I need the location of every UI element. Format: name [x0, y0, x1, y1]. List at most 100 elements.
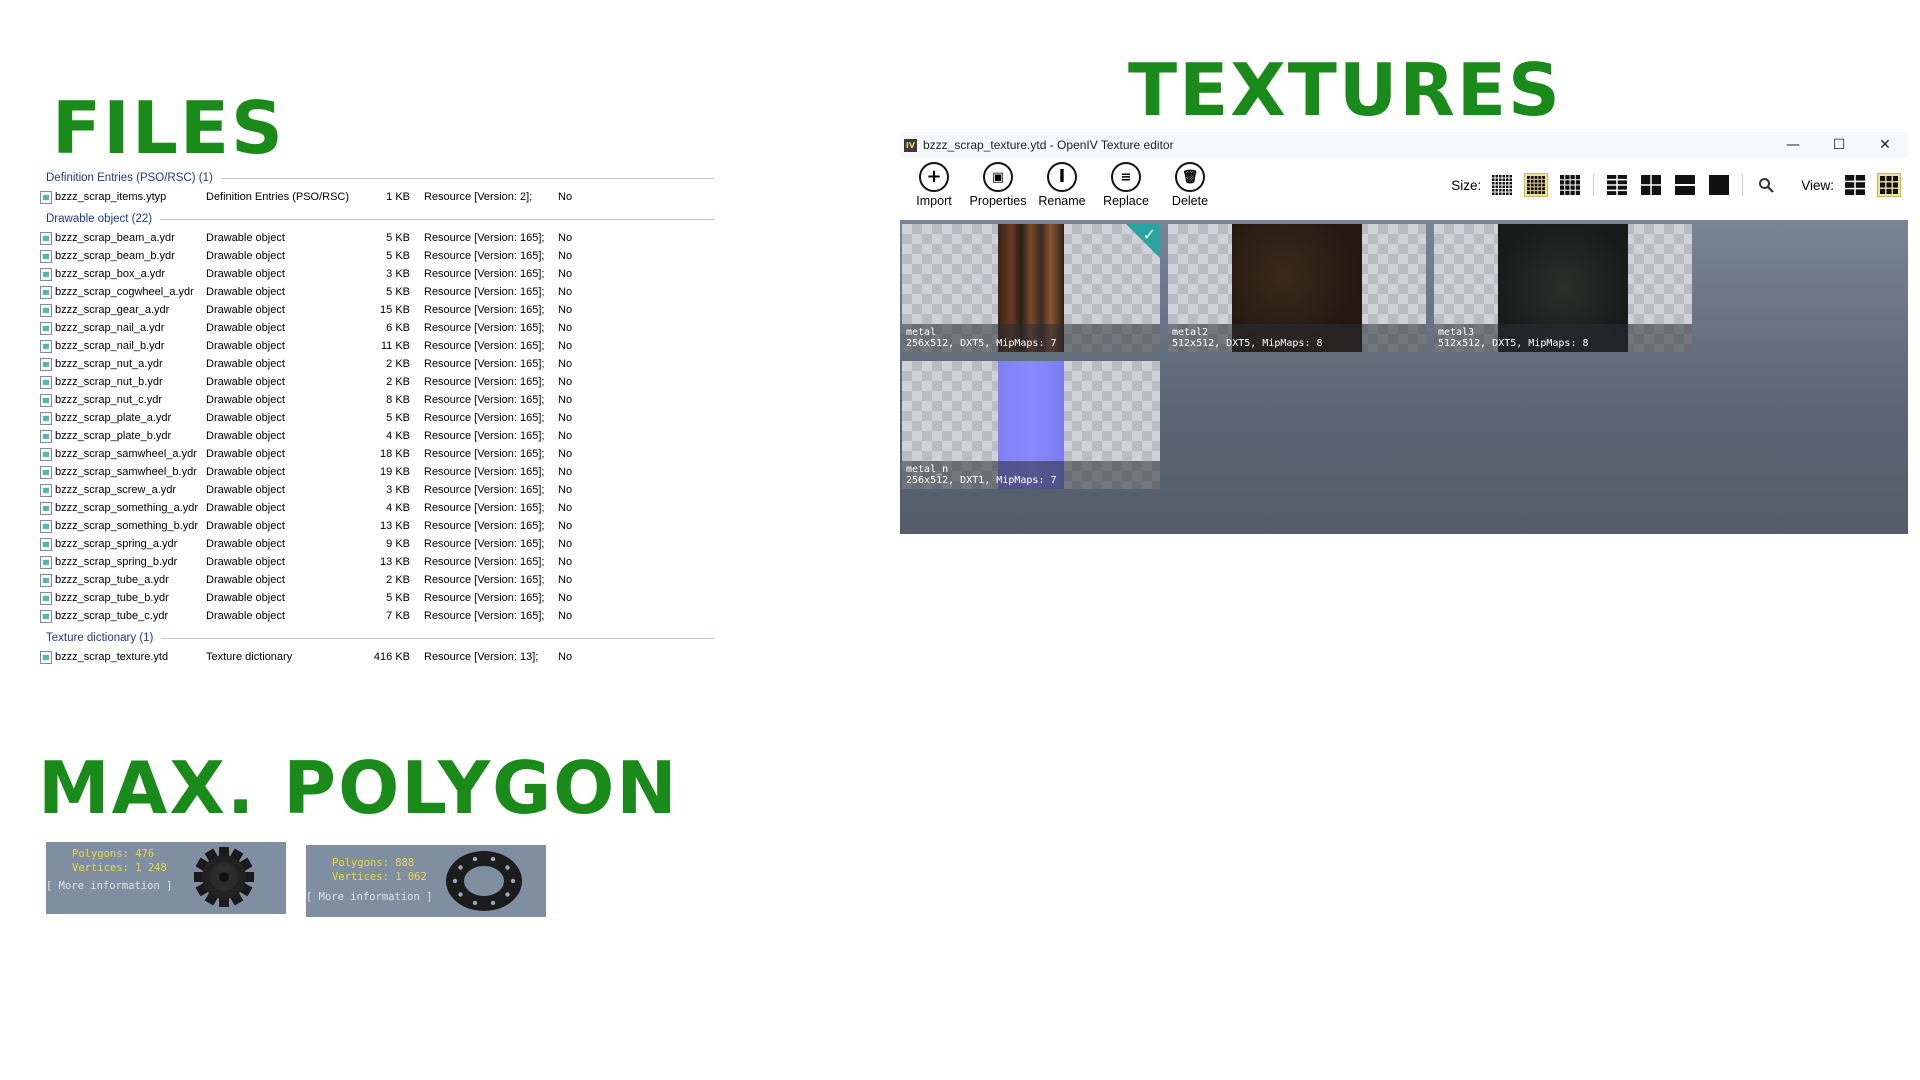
more-information-link[interactable]: [ More information ] — [46, 880, 172, 892]
group-header[interactable]: Drawable object (22) — [38, 209, 714, 229]
maximize-button[interactable]: ☐ — [1816, 137, 1862, 153]
file-size: 2 KB — [386, 358, 410, 370]
size-tiny-icon[interactable] — [1490, 173, 1514, 197]
file-name: bzzz_scrap_spring_a.ydr — [55, 538, 178, 550]
file-row[interactable]: bzzz_scrap_nut_a.ydr Drawable object 2 KB R… — [38, 355, 714, 373]
file-resource: Resource [Version: 165]; — [424, 556, 545, 568]
import-button[interactable]: + Import — [902, 162, 966, 208]
file-icon — [40, 555, 52, 569]
rename-button[interactable]: I Rename — [1030, 162, 1094, 208]
file-resource: Resource [Version: 165]; — [424, 250, 545, 262]
delete-button[interactable]: 🗑 Delete — [1158, 162, 1222, 208]
file-icon — [40, 519, 52, 533]
more-information-link[interactable]: [ More information ] — [306, 891, 432, 903]
size-medium-icon[interactable] — [1558, 173, 1582, 197]
file-type: Drawable object — [206, 412, 285, 424]
vertex-count: Vertices: 1 062 — [332, 871, 427, 883]
file-size: 2 KB — [386, 574, 410, 586]
file-row[interactable]: bzzz_scrap_box_a.ydr Drawable object 3 KB R… — [38, 265, 714, 283]
file-row[interactable]: bzzz_scrap_tube_a.ydr Drawable object 2 KB… — [38, 571, 714, 589]
file-size: 5 KB — [386, 592, 410, 604]
file-size: 5 KB — [386, 232, 410, 244]
file-name: bzzz_scrap_samwheel_b.ydr — [55, 466, 197, 478]
file-encrypted: No — [558, 466, 573, 478]
file-icon — [40, 393, 52, 407]
file-icon — [40, 650, 52, 664]
file-row[interactable]: bzzz_scrap_something_a.ydr Drawable objec… — [38, 499, 714, 517]
file-icon — [40, 190, 52, 204]
file-type: Definition Entries (PSO/RSC) — [206, 191, 350, 203]
texture-tile[interactable]: metal_n 256x512, DXT1, MipMaps: 7 — [902, 361, 1160, 489]
minimize-button[interactable]: — — [1770, 137, 1816, 153]
file-name: bzzz_scrap_beam_b.ydr — [55, 250, 175, 262]
file-icon — [40, 465, 52, 479]
file-encrypted: No — [558, 592, 573, 604]
group-header[interactable]: Definition Entries (PSO/RSC) (1) — [38, 168, 714, 188]
file-type: Drawable object — [206, 592, 285, 604]
polygon-stats: Polygons: 476 Vertices: 1 248 — [72, 847, 167, 875]
replace-button[interactable]: ≡ Replace — [1094, 162, 1158, 208]
size-large-icon[interactable] — [1639, 173, 1663, 197]
size-wide-icon[interactable] — [1673, 173, 1697, 197]
file-size: 13 KB — [380, 520, 410, 532]
file-row[interactable]: bzzz_scrap_gear_a.ydr Drawable object 15 K… — [38, 301, 714, 319]
texture-info: 256x512, DXT1, MipMaps: 7 — [906, 475, 1057, 486]
texture-tile[interactable]: metal2 512x512, DXT5, MipMaps: 8 — [1168, 224, 1426, 352]
file-size: 416 KB — [373, 651, 410, 663]
file-row[interactable]: bzzz_scrap_nail_b.ydr Drawable object 11 K… — [38, 337, 714, 355]
file-row[interactable]: bzzz_scrap_samwheel_b.ydr Drawable object… — [38, 463, 714, 481]
view-list-icon[interactable] — [1843, 173, 1867, 197]
file-resource: Resource [Version: 165]; — [424, 610, 545, 622]
openiv-app-icon: IV — [904, 138, 917, 152]
file-resource: Resource [Version: 165]; — [424, 232, 545, 244]
size-small-icon[interactable] — [1524, 173, 1549, 197]
toolbar-separator — [1593, 174, 1595, 196]
file-size: 5 KB — [386, 250, 410, 262]
group-header[interactable]: Texture dictionary (1) — [38, 628, 714, 648]
file-row[interactable]: bzzz_scrap_beam_b.ydr Drawable object 5 KB… — [38, 247, 714, 265]
file-encrypted: No — [558, 232, 573, 244]
file-row[interactable]: bzzz_scrap_texture.ytd Texture dictionary… — [38, 648, 714, 666]
file-type: Drawable object — [206, 340, 285, 352]
file-row[interactable]: bzzz_scrap_nut_b.ydr Drawable object 2 KB R… — [38, 373, 714, 391]
file-encrypted: No — [558, 412, 573, 424]
file-icon — [40, 321, 52, 335]
textures-heading: TEXTURES — [1128, 48, 1562, 132]
file-row[interactable]: bzzz_scrap_nail_a.ydr Drawable object 6 KB… — [38, 319, 714, 337]
file-row[interactable]: bzzz_scrap_beam_a.ydr Drawable object 5 KB… — [38, 229, 714, 247]
file-row[interactable]: bzzz_scrap_nut_c.ydr Drawable object 8 KB R… — [38, 391, 714, 409]
file-type: Drawable object — [206, 394, 285, 406]
file-row[interactable]: bzzz_scrap_samwheel_a.ydr Drawable object… — [38, 445, 714, 463]
file-row[interactable]: bzzz_scrap_screw_a.ydr Drawable object 3 K… — [38, 481, 714, 499]
texture-tile[interactable]: metal 256x512, DXT5, MipMaps: 7 ✓ — [902, 224, 1160, 352]
file-row[interactable]: bzzz_scrap_cogwheel_a.ydr Drawable object… — [38, 283, 714, 301]
file-name: bzzz_scrap_box_a.ydr — [55, 268, 166, 280]
file-row[interactable]: bzzz_scrap_spring_a.ydr Drawable object 9 … — [38, 535, 714, 553]
file-size: 5 KB — [386, 412, 410, 424]
file-name: bzzz_scrap_texture.ytd — [55, 651, 169, 663]
file-type: Drawable object — [206, 466, 285, 478]
close-button[interactable]: ✕ — [1862, 137, 1908, 153]
file-name: bzzz_scrap_cogwheel_a.ydr — [55, 286, 194, 298]
properties-button[interactable]: ▣ Properties — [966, 162, 1030, 208]
file-row[interactable]: bzzz_scrap_tube_c.ydr Drawable object 7 KB… — [38, 607, 714, 625]
size-huge-icon[interactable] — [1707, 173, 1731, 197]
import-label: Import — [916, 194, 952, 208]
size-list-icon[interactable] — [1605, 173, 1629, 197]
texture-tile[interactable]: metal3 512x512, DXT5, MipMaps: 8 — [1434, 224, 1692, 352]
file-encrypted: No — [558, 574, 573, 586]
file-type: Drawable object — [206, 448, 285, 460]
file-size: 18 KB — [380, 448, 410, 460]
file-row[interactable]: bzzz_scrap_tube_b.ydr Drawable object 5 KB… — [38, 589, 714, 607]
file-row[interactable]: bzzz_scrap_plate_a.ydr Drawable object 5 K… — [38, 409, 714, 427]
file-row[interactable]: bzzz_scrap_spring_b.ydr Drawable object 13… — [38, 553, 714, 571]
view-grid-icon[interactable] — [1877, 173, 1901, 197]
file-size: 3 KB — [386, 484, 410, 496]
search-icon[interactable] — [1754, 173, 1778, 197]
delete-label: Delete — [1171, 194, 1209, 208]
file-row[interactable]: bzzz_scrap_plate_b.ydr Drawable object 4 K… — [38, 427, 714, 445]
file-encrypted: No — [558, 322, 573, 334]
file-size: 8 KB — [386, 394, 410, 406]
file-row[interactable]: bzzz_scrap_something_b.ydr Drawable objec… — [38, 517, 714, 535]
file-row[interactable]: bzzz_scrap_items.ytyp Definition Entries … — [38, 188, 714, 206]
